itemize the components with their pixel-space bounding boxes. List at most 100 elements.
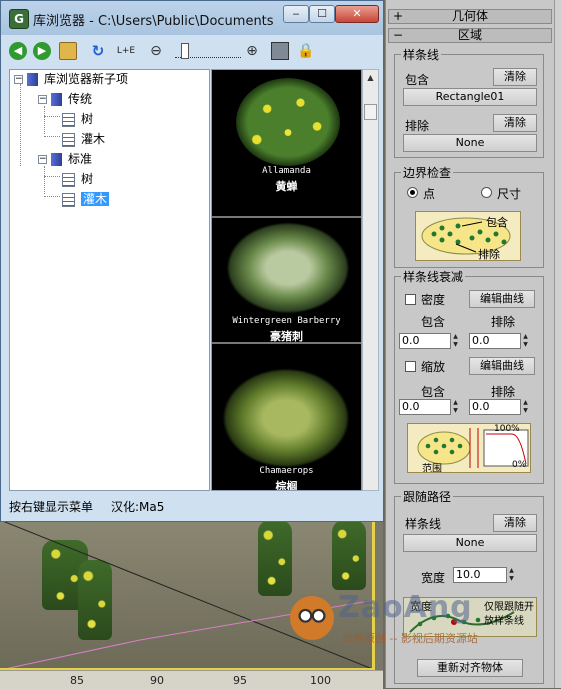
- include-label: 包含: [405, 73, 430, 87]
- watermark-tagline: 早昂原创 -- 影视后期资源站: [342, 632, 478, 645]
- diagram-include-label: 包含: [486, 216, 508, 229]
- point-radio[interactable]: [407, 187, 418, 198]
- scale-checkbox[interactable]: [405, 361, 416, 372]
- status-hint: 按右键显示菜单: [9, 500, 94, 514]
- density-exclude-spinner[interactable]: 0.0: [469, 333, 521, 349]
- group-title: 边界检查: [401, 164, 454, 181]
- tree-item-shrub-selected[interactable]: 灌木: [62, 190, 110, 208]
- plant-name-cn: 棕榈: [275, 480, 298, 491]
- collapse-toggle-icon[interactable]: −: [14, 75, 23, 84]
- spinner-arrows-icon[interactable]: ▲ ▼: [451, 399, 460, 415]
- size-label: 尺寸: [497, 187, 522, 201]
- falloff-diagram: 范围 100% 0%: [407, 423, 531, 473]
- spline-falloff-group: 样条线衰减 密度 编辑曲线 包含 排除 0.0 ▲ ▼ 0.0 ▲ ▼ 缩放 编辑曲…: [394, 268, 544, 484]
- bounds-diagram: 包含 排除: [415, 211, 521, 261]
- tree-label: 灌木: [81, 192, 110, 206]
- exclude-clear-button[interactable]: 清除: [493, 114, 537, 132]
- exclude-label: 排除: [405, 119, 430, 133]
- watermark-brand: ZaoAng: [338, 590, 473, 625]
- collapse-toggle-icon[interactable]: −: [38, 155, 47, 164]
- diagram-exclude-label: 排除: [478, 248, 500, 261]
- tree-connector: [44, 106, 45, 134]
- spinner-arrows-icon[interactable]: ▲ ▼: [507, 567, 516, 583]
- density-edit-curve-button[interactable]: 编辑曲线: [469, 290, 535, 308]
- tree-item-tree[interactable]: 树: [62, 110, 93, 128]
- forward-icon[interactable]: ▶: [33, 42, 51, 60]
- follow-spline-picker[interactable]: None: [403, 534, 537, 552]
- tree-group-traditional[interactable]: − 传统: [38, 90, 92, 108]
- density-include-spinner[interactable]: 0.0: [399, 333, 451, 349]
- refresh-icon[interactable]: ↻: [89, 42, 107, 60]
- maximize-button[interactable]: ☐: [309, 5, 335, 23]
- scroll-up-icon[interactable]: ▲: [363, 70, 378, 86]
- toolbar: ◀ ▶ ↻ L+E ⊖ ⊕ 🔒: [7, 39, 379, 65]
- scale-exclude-spinner[interactable]: 0.0: [469, 399, 521, 415]
- ruler-tick: 95: [233, 674, 247, 687]
- minimize-button[interactable]: ‒: [283, 5, 309, 23]
- density-checkbox[interactable]: [405, 294, 416, 305]
- spinner-arrows-icon[interactable]: ▲ ▼: [521, 399, 530, 415]
- title-bar[interactable]: G 库浏览器 - C:\Users\Public\Documents\t... …: [1, 1, 383, 35]
- spinner-arrows-icon[interactable]: ▲ ▼: [521, 333, 530, 349]
- zoom-slider-thumb[interactable]: [181, 43, 189, 59]
- zoom-in-icon[interactable]: ⊕: [243, 42, 261, 60]
- plant-thumbnail[interactable]: Wintergreen Barberry 豪猪刺: [212, 194, 361, 344]
- time-ruler[interactable]: 85 90 95 100: [0, 670, 383, 689]
- chamaerops-image: [222, 368, 350, 468]
- preview-scrollbar[interactable]: ▲: [362, 69, 379, 491]
- tree-connector: [20, 84, 21, 166]
- status-bar: 按右键显示菜单 汉化:Ma5: [7, 493, 379, 517]
- tree-item-shrub[interactable]: 灌木: [62, 130, 105, 148]
- rollout-region[interactable]: − 区域: [388, 28, 552, 43]
- tree-label: 标准: [68, 152, 93, 166]
- tree-connector: [44, 136, 60, 137]
- back-icon[interactable]: ◀: [9, 42, 27, 60]
- zoom-slider[interactable]: [175, 43, 241, 59]
- zoom-out-icon[interactable]: ⊖: [147, 42, 165, 60]
- le-icon[interactable]: L+E: [115, 42, 137, 60]
- include-clear-button[interactable]: 清除: [493, 68, 537, 86]
- rollout-title: 几何体: [451, 9, 488, 23]
- spinner-arrows-icon[interactable]: ▲ ▼: [451, 333, 460, 349]
- include-spline-picker[interactable]: Rectangle01: [403, 88, 537, 106]
- group-title: 跟随路径: [401, 488, 454, 505]
- scale-include-spinner[interactable]: 0.0: [399, 399, 451, 415]
- plant-name-en: Wintergreen Barberry: [232, 316, 341, 326]
- tree-label: 库浏览器新子项: [44, 72, 129, 86]
- group-title: 样条线衰减: [401, 268, 466, 285]
- tree-root[interactable]: − 库浏览器新子项: [14, 70, 128, 88]
- save-icon[interactable]: [271, 42, 289, 60]
- exclude-spline-picker[interactable]: None: [403, 134, 537, 152]
- collapse-toggle-icon[interactable]: −: [38, 95, 47, 104]
- plant-thumbnail[interactable]: Chamaerops 棕榈: [212, 344, 361, 491]
- spline-clear-button[interactable]: 清除: [493, 514, 537, 532]
- app-icon: G: [9, 9, 29, 29]
- library-browser-window: G 库浏览器 - C:\Users\Public\Documents\t... …: [0, 0, 384, 522]
- width-spinner[interactable]: 10.0: [453, 567, 507, 583]
- library-tree[interactable]: − 库浏览器新子项 − 传统 树 灌木 − 标准 树 灌木: [9, 69, 210, 491]
- tree-connector: [44, 176, 60, 177]
- scroll-thumb[interactable]: [364, 104, 377, 120]
- exclude-label: 排除: [491, 315, 516, 329]
- group-title: 样条线: [401, 46, 442, 63]
- rollout-geometry[interactable]: + 几何体: [388, 9, 552, 24]
- command-panel: + 几何体 − 区域 样条线 包含 清除 Rectangle01 排除 清除 N…: [385, 0, 561, 688]
- diagram-pct-bottom: 0%: [512, 460, 527, 470]
- close-button[interactable]: ✕: [335, 5, 379, 23]
- spline-group: 样条线 包含 清除 Rectangle01 排除 清除 None: [394, 46, 544, 158]
- list-icon: [62, 192, 75, 207]
- folder-up-icon[interactable]: [59, 42, 77, 60]
- lock-icon[interactable]: 🔒: [297, 42, 315, 60]
- folder-icon: [27, 73, 38, 86]
- width-label: 宽度: [421, 571, 446, 585]
- size-radio[interactable]: [481, 187, 492, 198]
- panel-scrollbar[interactable]: [554, 0, 561, 688]
- realign-objects-button[interactable]: 重新对齐物体: [417, 659, 523, 677]
- tree-connector: [44, 196, 60, 197]
- scale-edit-curve-button[interactable]: 编辑曲线: [469, 357, 535, 375]
- preview-pane[interactable]: Allamanda 黄蝉 Wintergreen Barberry 豪猪刺 Ch…: [211, 69, 362, 491]
- tree-label: 树: [81, 172, 94, 186]
- tree-group-standard[interactable]: − 标准: [38, 150, 92, 168]
- tree-item-tree[interactable]: 树: [62, 170, 93, 188]
- watermark: ZaoAng 早昂原创 -- 影视后期资源站: [290, 590, 540, 660]
